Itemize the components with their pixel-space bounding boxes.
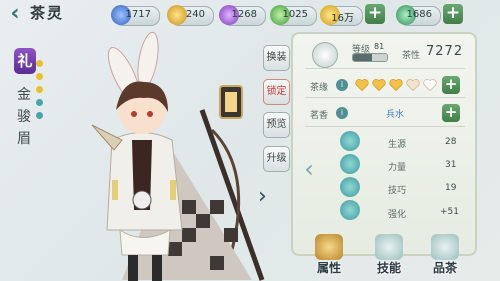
top-bar: ‹ 茶灵 1717 240 1268 1025 16万 + 1686 + xyxy=(0,0,500,32)
screen-title: 茶灵 xyxy=(30,4,65,22)
skill-icon xyxy=(340,177,360,197)
resource-ingot: 16万 xyxy=(320,5,363,26)
add-jade-button[interactable]: + xyxy=(443,4,463,24)
next-character-arrow-icon[interactable]: › xyxy=(258,184,267,209)
info-icon[interactable]: i xyxy=(336,107,348,119)
tab-tea-tasting[interactable]: 品茶 xyxy=(424,234,466,278)
stat-value: 28 xyxy=(445,137,457,147)
add-fragrance-button[interactable]: + xyxy=(442,104,460,122)
character-name: 金 骏 眉 xyxy=(14,84,34,150)
change-outfit-button[interactable]: 换装 xyxy=(263,45,290,71)
resource-leaf-value: 1025 xyxy=(282,9,308,20)
tab-attributes[interactable]: 属性 xyxy=(308,234,350,278)
resource-coins-value: 240 xyxy=(185,9,205,20)
add-ingot-button[interactable]: + xyxy=(365,4,385,24)
resource-ingot-value: 16万 xyxy=(331,13,354,24)
info-icon[interactable]: i xyxy=(336,79,348,91)
character-name-char: 骏 xyxy=(17,109,31,125)
lock-button[interactable]: 锁定 xyxy=(263,79,290,105)
divider xyxy=(305,97,465,98)
heart-icon xyxy=(423,79,437,92)
level-icon xyxy=(312,42,338,68)
star-pips xyxy=(36,60,44,125)
enhance-icon xyxy=(340,200,360,220)
character-portrait[interactable] xyxy=(52,30,272,281)
level-value: 81 xyxy=(374,42,385,51)
resource-jade-value: 1686 xyxy=(406,9,432,20)
character-name-char: 眉 xyxy=(17,131,31,147)
tea-nature-value: 7272 xyxy=(426,44,464,59)
tea-nature-label: 茶性 xyxy=(402,51,421,61)
fragrance-label: 茗香 xyxy=(310,111,329,121)
character-type-badge: 礼 xyxy=(14,48,36,74)
bond-label: 茶缘 xyxy=(310,83,329,93)
resource-crystal-value: 1268 xyxy=(231,9,257,20)
leaf-skill-icon xyxy=(375,234,403,260)
stat-label: 力量 xyxy=(388,163,407,173)
stat-label: 生源 xyxy=(388,140,407,150)
fragrance-value: 兵水 xyxy=(386,110,405,120)
resource-gems-value: 1717 xyxy=(125,9,151,20)
star-pip xyxy=(36,112,43,119)
character-name-char: 金 xyxy=(17,87,31,103)
stat-value: 31 xyxy=(445,160,457,170)
collapse-panel-arrow-icon[interactable]: ‹ xyxy=(299,150,319,188)
star-pip xyxy=(36,60,43,67)
tab-skills[interactable]: 技能 xyxy=(368,234,410,278)
star-pip xyxy=(36,86,43,93)
tab-label: 品茶 xyxy=(432,261,457,275)
preview-button[interactable]: 预览 xyxy=(263,112,290,138)
resource-jade: 1686 xyxy=(396,5,441,26)
gold-coin-icon xyxy=(167,5,187,25)
heart-icon xyxy=(406,79,420,92)
resource-leaf: 1025 xyxy=(270,5,317,26)
resource-crystal: 1268 xyxy=(219,5,266,26)
level-progress-bar xyxy=(352,53,388,62)
back-arrow-icon[interactable]: ‹ xyxy=(4,2,26,28)
strength-icon xyxy=(340,154,360,174)
heart-icon xyxy=(355,79,369,92)
stat-label: 技巧 xyxy=(388,186,407,196)
tab-label: 属性 xyxy=(316,261,341,275)
stat-value: 19 xyxy=(445,183,457,193)
resource-gems: 1717 xyxy=(111,5,160,26)
stat-value: +51 xyxy=(440,207,459,217)
heart-icon xyxy=(372,79,386,92)
resource-coins: 240 xyxy=(167,5,214,26)
star-pip xyxy=(36,99,43,106)
divider xyxy=(305,126,465,127)
upgrade-button[interactable]: 升级 xyxy=(263,146,290,172)
teacup-icon xyxy=(431,234,459,260)
stat-label: 强化 xyxy=(388,210,407,220)
add-bond-button[interactable]: + xyxy=(442,76,460,94)
teapot-icon xyxy=(315,234,343,260)
heart-icon xyxy=(389,79,403,92)
vitality-icon xyxy=(340,131,360,151)
divider xyxy=(305,68,465,69)
tab-label: 技能 xyxy=(376,261,401,275)
star-pip xyxy=(36,73,43,80)
